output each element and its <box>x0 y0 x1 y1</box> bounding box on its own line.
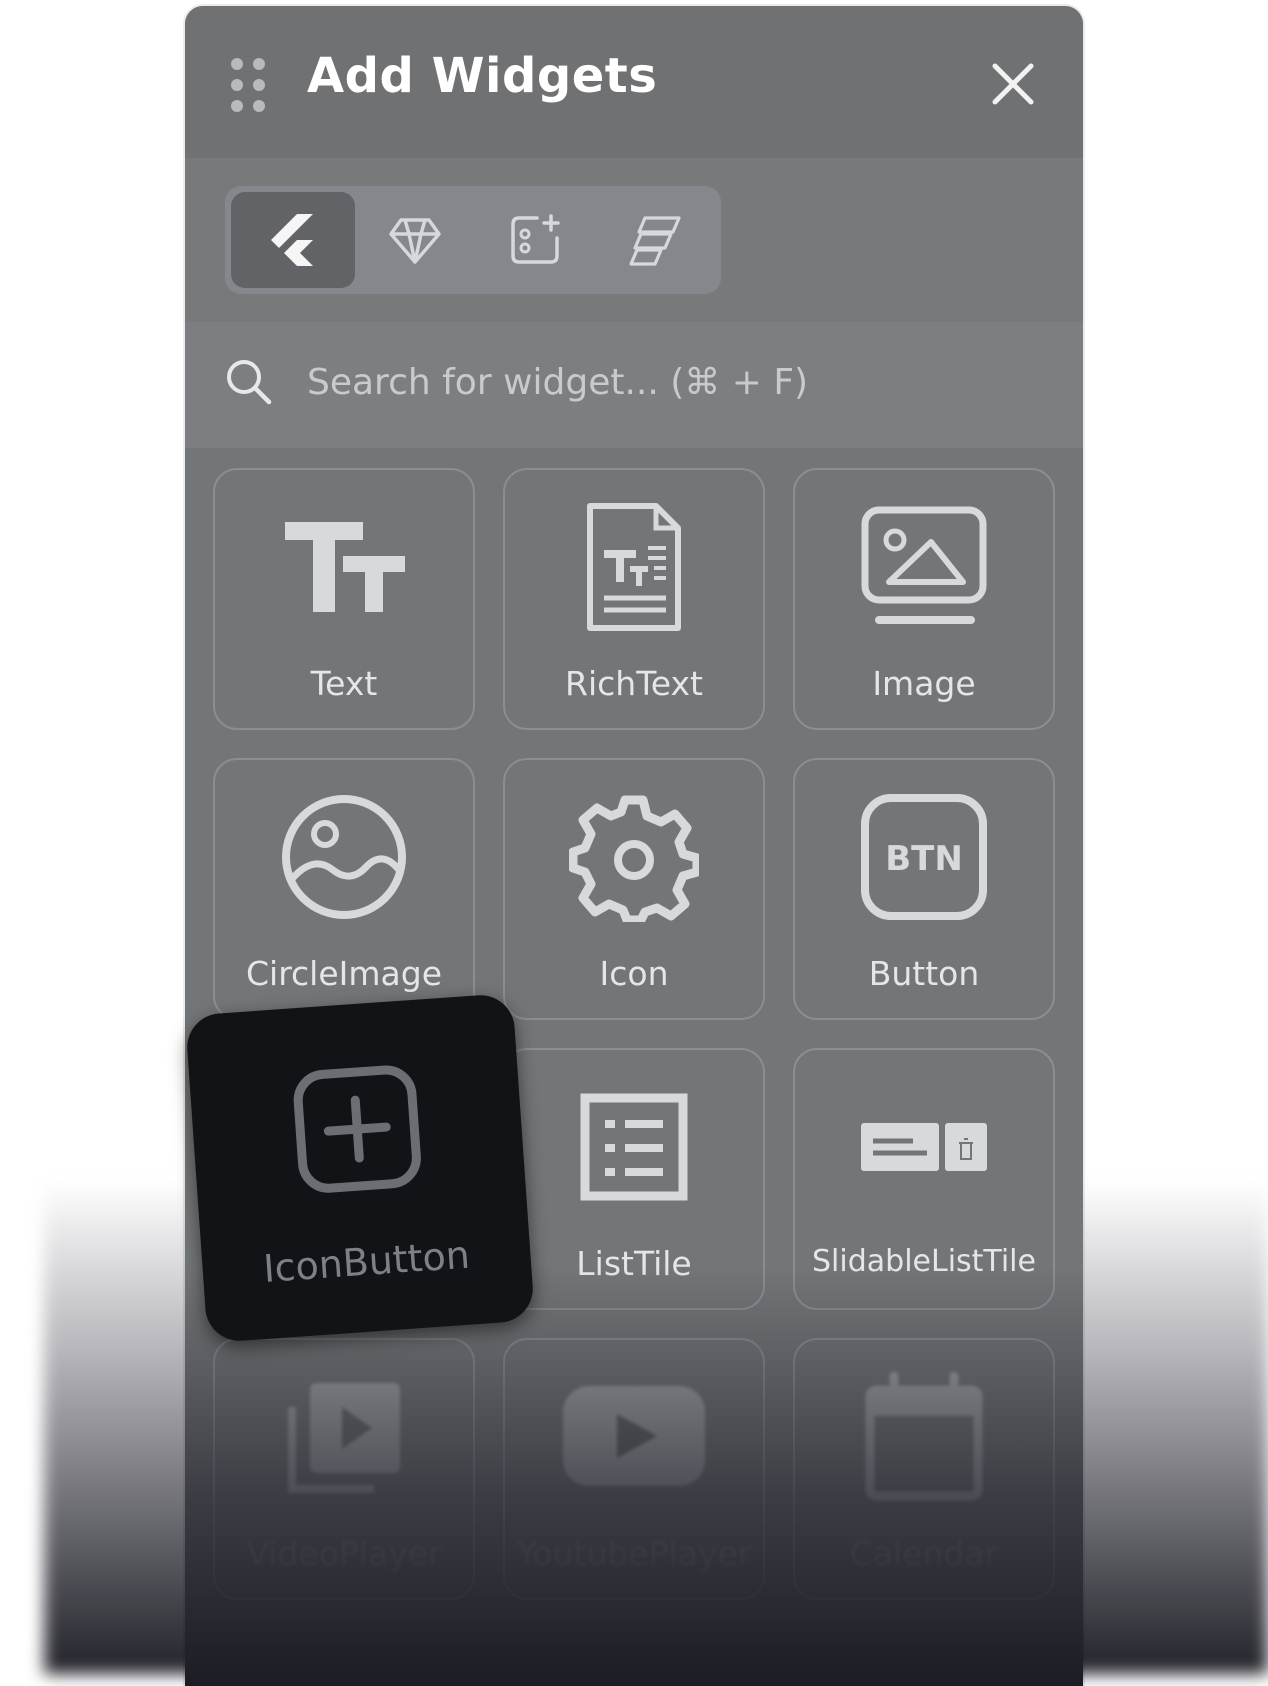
list-icon <box>505 1082 763 1212</box>
widget-tile-image[interactable]: Image <box>793 468 1055 730</box>
close-icon[interactable] <box>985 56 1041 112</box>
widget-tile-richtext[interactable]: RichText <box>503 468 765 730</box>
tab-custom-widgets[interactable] <box>473 192 597 288</box>
widget-category-bar <box>185 158 1083 322</box>
gear-icon <box>505 792 763 922</box>
panel-header: Add Widgets <box>185 6 1083 158</box>
widget-label: Calendar <box>849 1534 999 1573</box>
calendar-icon <box>795 1372 1053 1502</box>
widget-tile-icon[interactable]: Icon <box>503 758 765 1020</box>
rich-text-icon <box>505 502 763 632</box>
search-icon <box>223 356 273 410</box>
slidable-list-icon <box>795 1082 1053 1212</box>
widget-label: RichText <box>565 664 703 703</box>
tab-components[interactable] <box>353 192 477 288</box>
widget-tile-slidablelisttile[interactable]: SlidableListTile <box>793 1048 1055 1310</box>
layout-icon <box>629 216 681 266</box>
drag-handle-icon[interactable] <box>231 58 265 112</box>
widget-tile-circleimage[interactable]: CircleImage <box>213 758 475 1020</box>
widget-label: SlidableListTile <box>812 1244 1036 1279</box>
widget-label: Button <box>868 954 980 993</box>
tab-flutter[interactable] <box>231 192 355 288</box>
youtube-icon <box>505 1372 763 1502</box>
button-icon-text: BTN <box>885 839 963 879</box>
button-icon: BTN <box>795 792 1053 922</box>
circle-image-icon <box>215 792 473 922</box>
widget-label: ListTile <box>576 1244 692 1283</box>
panel-title: Add Widgets <box>307 48 658 104</box>
search-input[interactable]: Search for widget... (⌘ + F) <box>307 362 808 403</box>
widget-tile-youtubeplayer[interactable]: YoutubePlayer <box>503 1338 765 1600</box>
dragging-widget-iconbutton[interactable]: IconButton <box>184 992 536 1344</box>
add-box-icon <box>189 1053 526 1216</box>
widget-tile-button[interactable]: BTN Button <box>793 758 1055 1020</box>
custom-widget-icon <box>511 214 560 264</box>
widget-label: IconButton <box>261 1232 472 1291</box>
widget-tile-videoplayer[interactable]: VideoPlayer <box>213 1338 475 1600</box>
widget-label: YoutubePlayer <box>516 1534 752 1573</box>
widget-category-tabs <box>225 186 721 294</box>
widget-label: Text <box>310 664 378 703</box>
image-icon <box>795 502 1053 632</box>
widget-label: Icon <box>599 954 669 993</box>
widget-label: CircleImage <box>245 954 443 993</box>
flutter-icon <box>271 214 313 266</box>
widget-label: Image <box>872 664 976 703</box>
tab-templates[interactable] <box>593 192 717 288</box>
widget-label: VideoPlayer <box>246 1534 442 1573</box>
widget-tile-calendar[interactable]: Calendar <box>793 1338 1055 1600</box>
text-icon <box>215 502 473 632</box>
widget-tile-listtile[interactable]: ListTile <box>503 1048 765 1310</box>
add-widgets-panel: Add Widgets Search for widget... (⌘ + F)… <box>185 6 1083 1686</box>
video-library-icon <box>215 1372 473 1502</box>
widget-search-bar[interactable]: Search for widget... (⌘ + F) <box>185 322 1083 448</box>
diamond-icon <box>389 218 441 264</box>
widget-tile-text[interactable]: Text <box>213 468 475 730</box>
